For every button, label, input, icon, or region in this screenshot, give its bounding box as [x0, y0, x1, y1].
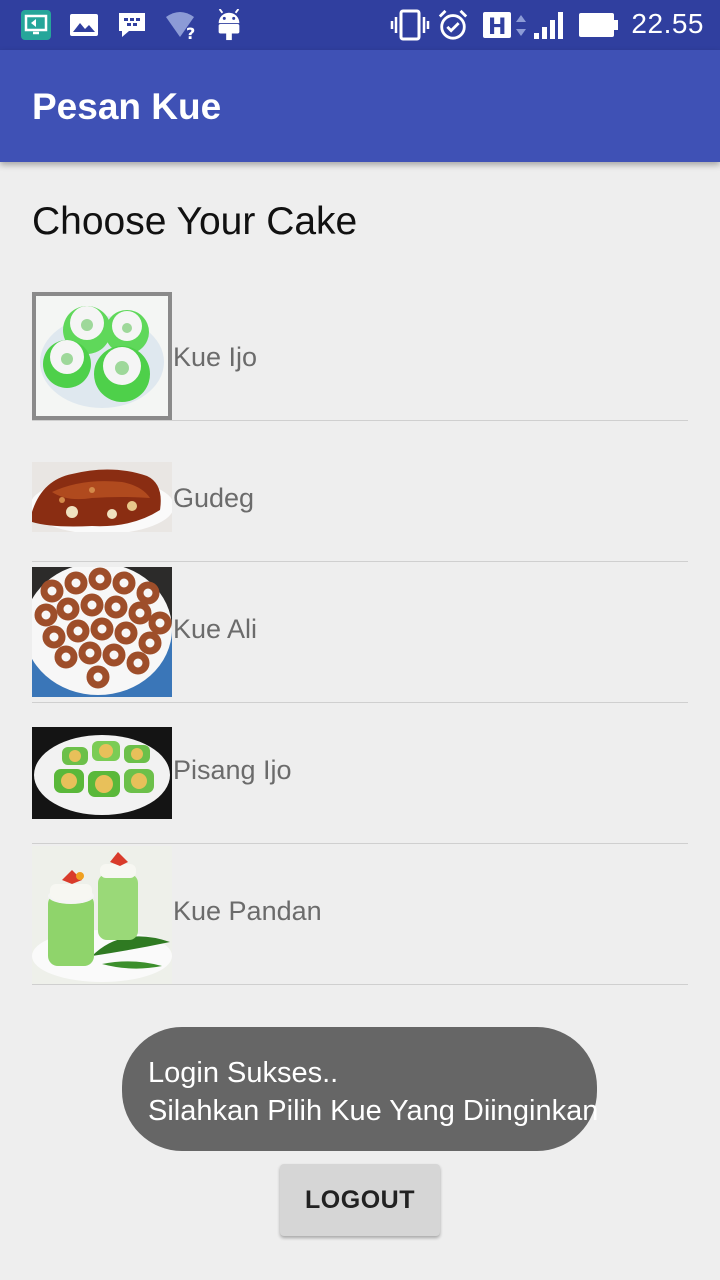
toast-line-2: Silahkan Pilih Kue Yang Diinginkan [148, 1095, 599, 1127]
item-label: Kue Pandan [173, 896, 322, 926]
app-bar: Pesan Kue [0, 50, 720, 162]
bbm-icon [119, 13, 145, 37]
item-label: Gudeg [173, 483, 255, 513]
page-heading: Choose Your Cake [32, 200, 358, 243]
kue-ali-image [32, 567, 172, 697]
list-item-kue-ali[interactable]: Kue Ali [32, 562, 688, 703]
status-bar: ? H 22.55 [0, 0, 720, 50]
wifi-unknown-icon: ? [166, 12, 195, 41]
kue-ijo-image [32, 292, 172, 420]
item-label: Pisang Ijo [173, 755, 292, 785]
svg-text:?: ? [186, 24, 195, 41]
vibrate-icon [390, 9, 430, 41]
svg-text:H: H [488, 15, 506, 40]
hspa-icon: H [483, 12, 526, 40]
kue-pandan-image [32, 846, 172, 984]
screen-cast-icon [21, 10, 51, 40]
battery-icon [579, 13, 618, 37]
cake-list: Kue Ijo Gudeg Kue Ali Pisang Ijo Kue Pan… [32, 280, 688, 985]
gallery-icon [70, 14, 98, 36]
list-item-pisang-ijo[interactable]: Pisang Ijo [32, 703, 688, 844]
android-icon [218, 9, 240, 41]
list-item-kue-pandan[interactable]: Kue Pandan [32, 844, 688, 985]
item-label: Kue Ijo [173, 342, 258, 372]
gudeg-image [32, 462, 172, 532]
pisang-ijo-image [32, 727, 172, 819]
status-time: 22.55 [631, 8, 704, 39]
list-item-kue-ijo[interactable]: Kue Ijo [32, 280, 688, 421]
toast-message: Login Sukses.. Silahkan Pilih Kue Yang D… [122, 1027, 599, 1151]
item-label: Kue Ali [173, 614, 258, 644]
toast-line-1: Login Sukses.. [148, 1057, 339, 1089]
logout-button[interactable]: LOGOUT [280, 1164, 440, 1236]
list-item-gudeg[interactable]: Gudeg [32, 421, 688, 562]
app-title: Pesan Kue [32, 86, 222, 127]
signal-icon [534, 12, 563, 39]
alarm-icon [438, 9, 468, 40]
